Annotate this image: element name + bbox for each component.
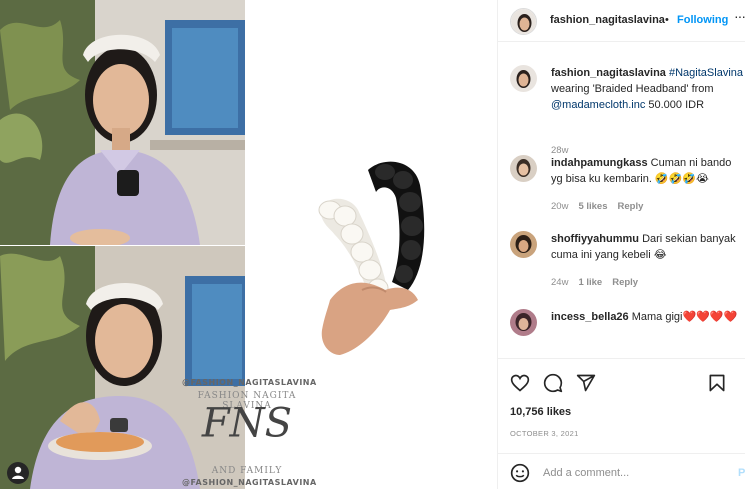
watermark-subtitle: AND FAMILY — [211, 466, 283, 476]
share-icon[interactable] — [576, 373, 596, 393]
comment-age: 24w — [551, 277, 569, 288]
user-tag-icon — [12, 466, 24, 479]
bookmark-icon[interactable] — [707, 373, 727, 393]
headband-product-image — [300, 150, 440, 360]
user-tag-button[interactable] — [7, 462, 29, 484]
watermark-logo: FNS — [201, 400, 292, 446]
post-comment-button[interactable]: P — [738, 467, 745, 479]
comment-age: 20w — [551, 201, 569, 212]
avatar[interactable] — [510, 309, 537, 336]
following-button[interactable]: Following — [677, 14, 728, 26]
watermark-logo-text: FNS — [201, 400, 292, 446]
post-media[interactable]: @FASHION_NAGITASLAVINA FASHION NAGITA SL… — [0, 0, 497, 489]
comment-likes[interactable]: 1 like — [578, 277, 602, 288]
post-date: OCTOBER 3, 2021 — [510, 429, 579, 438]
caption-hashtag[interactable]: #NagitaSlavina — [669, 67, 743, 79]
comment-username[interactable]: indahpamungkass — [551, 157, 648, 169]
comment-input[interactable]: Add a comment... — [543, 467, 629, 479]
emoji-icon[interactable] — [510, 463, 530, 483]
comment-body: Mama gigi❤️❤️❤️❤️ — [628, 311, 738, 323]
comment-text: indahpamungkass Cuman ni bando yg bisa k… — [551, 155, 745, 187]
caption-mention[interactable]: @madamecloth.inc — [551, 99, 645, 111]
post-actions: 10,756 likes OCTOBER 3, 2021 Add a comme… — [498, 358, 745, 489]
likes-count[interactable]: 10,756 likes — [510, 406, 571, 418]
comment-icon[interactable] — [543, 373, 563, 393]
comment-username[interactable]: incess_bella26 — [551, 311, 629, 323]
comment-text: shoffiyyahummu Dari sekian banyak cuma i… — [551, 231, 745, 263]
post-panel: fashion_nagitaslavina • Following ··· fa… — [497, 0, 745, 489]
reply-button[interactable]: Reply — [612, 277, 638, 288]
comment-meta: 20w 5 likes Reply — [551, 201, 643, 212]
post-author-username[interactable]: fashion_nagitaslavina — [550, 14, 665, 26]
watermark-handle-bottom: @FASHION_NAGITASLAVINA — [182, 478, 317, 487]
avatar[interactable] — [510, 231, 537, 258]
avatar[interactable] — [510, 8, 537, 35]
watermark-handle-top: @FASHION_NAGITASLAVINA — [182, 378, 317, 387]
photo-top — [0, 0, 245, 245]
caption-username[interactable]: fashion_nagitaslavina — [551, 67, 666, 79]
separator-dot: • — [665, 14, 669, 26]
comment-username[interactable]: shoffiyyahummu — [551, 233, 639, 245]
reply-button[interactable]: Reply — [618, 201, 644, 212]
comment-meta: 24w 1 like Reply — [551, 277, 638, 288]
caption-body: wearing 'Braided Headband' from — [551, 83, 714, 95]
caption-text: fashion_nagitaslavina #NagitaSlavina wea… — [551, 65, 745, 113]
heart-icon[interactable] — [510, 373, 530, 393]
caption-price: 50.000 IDR — [645, 99, 705, 111]
avatar[interactable] — [510, 155, 537, 182]
comment-text: incess_bella26 Mama gigi❤️❤️❤️❤️ — [551, 309, 745, 325]
avatar[interactable] — [510, 65, 537, 92]
comment-likes[interactable]: 5 likes — [578, 201, 607, 212]
post-header: fashion_nagitaslavina • Following ··· — [498, 0, 745, 42]
add-comment-bar: Add a comment... P — [498, 453, 745, 489]
more-icon[interactable]: ··· — [734, 8, 745, 24]
watermark: @FASHION_NAGITASLAVINA FASHION NAGITA SL… — [182, 374, 317, 489]
comments-list[interactable]: fashion_nagitaslavina #NagitaSlavina wea… — [498, 43, 745, 357]
